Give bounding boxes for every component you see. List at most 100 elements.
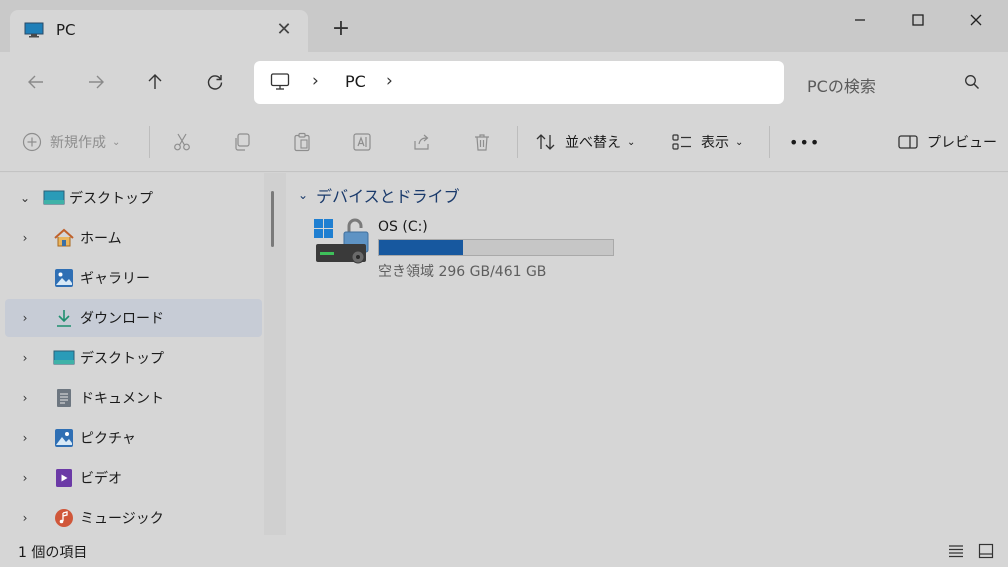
sidebar-item-desktop[interactable]: ⌄ デスクトップ xyxy=(5,179,262,217)
up-button[interactable] xyxy=(139,66,171,98)
sidebar-item-gallery[interactable]: ギャラリー xyxy=(5,259,262,297)
forward-button[interactable] xyxy=(80,66,112,98)
sidebar-item-videos[interactable]: › ビデオ xyxy=(5,459,262,497)
minimize-button[interactable] xyxy=(832,0,888,40)
toolbar-divider xyxy=(517,126,518,158)
more-options-button[interactable]: ••• xyxy=(789,127,820,157)
plus-circle-icon xyxy=(22,132,42,152)
chevron-right-icon[interactable]: › xyxy=(18,431,32,445)
cut-button[interactable] xyxy=(172,127,192,157)
file-list: ⌄ デバイスとドライブ OS (C:) 空き領域 296 GB/461 GB xyxy=(286,173,1008,535)
document-icon xyxy=(53,387,75,409)
more-icon: ••• xyxy=(789,132,821,152)
breadcrumb-chevron-icon[interactable]: › xyxy=(312,71,319,91)
chevron-right-icon[interactable]: › xyxy=(18,311,32,325)
close-button[interactable] xyxy=(948,0,1004,40)
new-button[interactable]: 新規作成 ⌄ xyxy=(22,127,120,157)
gallery-icon xyxy=(53,267,75,289)
clipboard-icon xyxy=(294,132,310,152)
breadcrumb-chevron-icon[interactable]: › xyxy=(386,71,393,91)
sidebar-item-label: ギャラリー xyxy=(80,271,150,287)
item-count: 1 個の項目 xyxy=(18,545,88,561)
sort-button[interactable]: 並べ替え ⌄ xyxy=(535,127,635,157)
sidebar-item-label: デスクトップ xyxy=(80,351,164,367)
sidebar-item-label: ピクチャ xyxy=(80,431,136,447)
chevron-right-icon[interactable]: › xyxy=(18,351,32,365)
close-tab-icon[interactable]: ✕ xyxy=(274,19,294,40)
forward-arrow-icon xyxy=(89,75,104,89)
pictures-icon xyxy=(53,427,75,449)
search-box[interactable]: PCの検索 xyxy=(794,61,1000,104)
status-bar: 1 個の項目 xyxy=(0,535,1008,567)
group-header-devices[interactable]: ⌄ デバイスとドライブ xyxy=(298,183,460,207)
new-tab-button[interactable]: + xyxy=(330,18,352,40)
view-list-icon xyxy=(672,134,691,150)
sidebar-scroll-thumb[interactable] xyxy=(271,191,274,247)
chevron-right-icon[interactable]: › xyxy=(18,471,32,485)
share-button[interactable] xyxy=(412,127,432,157)
sort-label: 並べ替え xyxy=(565,135,621,151)
details-view-icon[interactable] xyxy=(948,543,964,559)
copy-icon xyxy=(235,133,250,151)
chevron-down-icon[interactable]: ⌄ xyxy=(18,191,32,205)
sidebar-item-documents[interactable]: › ドキュメント xyxy=(5,379,262,417)
address-row: › PC › PCの検索 xyxy=(0,52,1008,112)
group-label: デバイスとドライブ xyxy=(316,187,460,206)
toolbar-divider xyxy=(769,126,770,158)
tab-title: PC xyxy=(56,21,76,39)
toolbar-divider xyxy=(149,126,150,158)
view-button[interactable]: 表示 ⌄ xyxy=(671,127,743,157)
up-arrow-icon xyxy=(148,74,162,89)
chevron-right-icon[interactable]: › xyxy=(18,391,32,405)
trash-icon xyxy=(475,134,489,151)
sidebar-item-label: ミュージック xyxy=(80,511,164,527)
drive-name: OS (C:) xyxy=(378,219,428,235)
close-icon xyxy=(970,14,982,26)
drive-locked-icon xyxy=(314,218,369,264)
copy-button[interactable] xyxy=(232,127,252,157)
delete-button[interactable] xyxy=(472,127,492,157)
sidebar-item-pictures[interactable]: › ピクチャ xyxy=(5,419,262,457)
video-icon xyxy=(53,467,75,489)
chevron-down-icon: ⌄ xyxy=(735,136,744,148)
search-input[interactable]: PCの検索 xyxy=(807,73,876,97)
sidebar-item-label: ダウンロード xyxy=(80,311,164,327)
navigation-pane: ⌄ デスクトップ › ホーム ギャラリー › ダウンロード › デスクトップ ›… xyxy=(0,173,264,535)
sidebar-item-desktop[interactable]: › デスクトップ xyxy=(5,339,262,377)
drive-item-c[interactable]: OS (C:) 空き領域 296 GB/461 GB xyxy=(314,217,624,281)
monitor-icon xyxy=(270,73,290,90)
sidebar-item-label: ホーム xyxy=(80,231,122,247)
chevron-down-icon[interactable]: ⌄ xyxy=(298,188,308,202)
sidebar-scrollbar[interactable] xyxy=(264,173,286,535)
minimize-icon xyxy=(855,19,865,21)
title-bar: PC ✕ + xyxy=(0,0,1008,52)
chevron-right-icon[interactable]: › xyxy=(18,511,32,525)
music-icon xyxy=(53,507,75,529)
desktop-icon xyxy=(43,187,65,209)
rename-button[interactable] xyxy=(352,127,372,157)
back-button[interactable] xyxy=(20,66,52,98)
paste-button[interactable] xyxy=(292,127,312,157)
chevron-right-icon[interactable]: › xyxy=(18,231,32,245)
sidebar-item-label: ドキュメント xyxy=(80,391,164,407)
view-label: 表示 xyxy=(701,135,729,151)
preview-pane-button[interactable]: プレビュー xyxy=(897,127,997,157)
command-bar: 新規作成 ⌄ 並べ替え ⌄ 表示 ⌄ ••• プレビュー xyxy=(0,112,1008,172)
breadcrumb-pc[interactable]: PC xyxy=(345,72,366,91)
tiles-view-icon[interactable] xyxy=(978,543,994,559)
maximize-button[interactable] xyxy=(890,0,946,40)
refresh-button[interactable] xyxy=(199,66,231,98)
sidebar-item-downloads[interactable]: › ダウンロード xyxy=(5,299,262,337)
address-bar[interactable]: › PC › xyxy=(254,61,784,104)
sidebar-item-music[interactable]: › ミュージック xyxy=(5,499,262,537)
rename-icon xyxy=(353,133,371,151)
preview-pane-icon xyxy=(898,135,918,149)
scissors-icon xyxy=(174,133,190,151)
share-icon xyxy=(414,134,429,150)
home-icon xyxy=(53,227,75,249)
sidebar-item-home[interactable]: › ホーム xyxy=(5,219,262,257)
tab-pc[interactable]: PC ✕ xyxy=(10,10,308,52)
chevron-down-icon: ⌄ xyxy=(112,136,121,148)
drive-usage-fill xyxy=(379,240,463,255)
drive-free-space: 空き領域 296 GB/461 GB xyxy=(378,264,547,280)
